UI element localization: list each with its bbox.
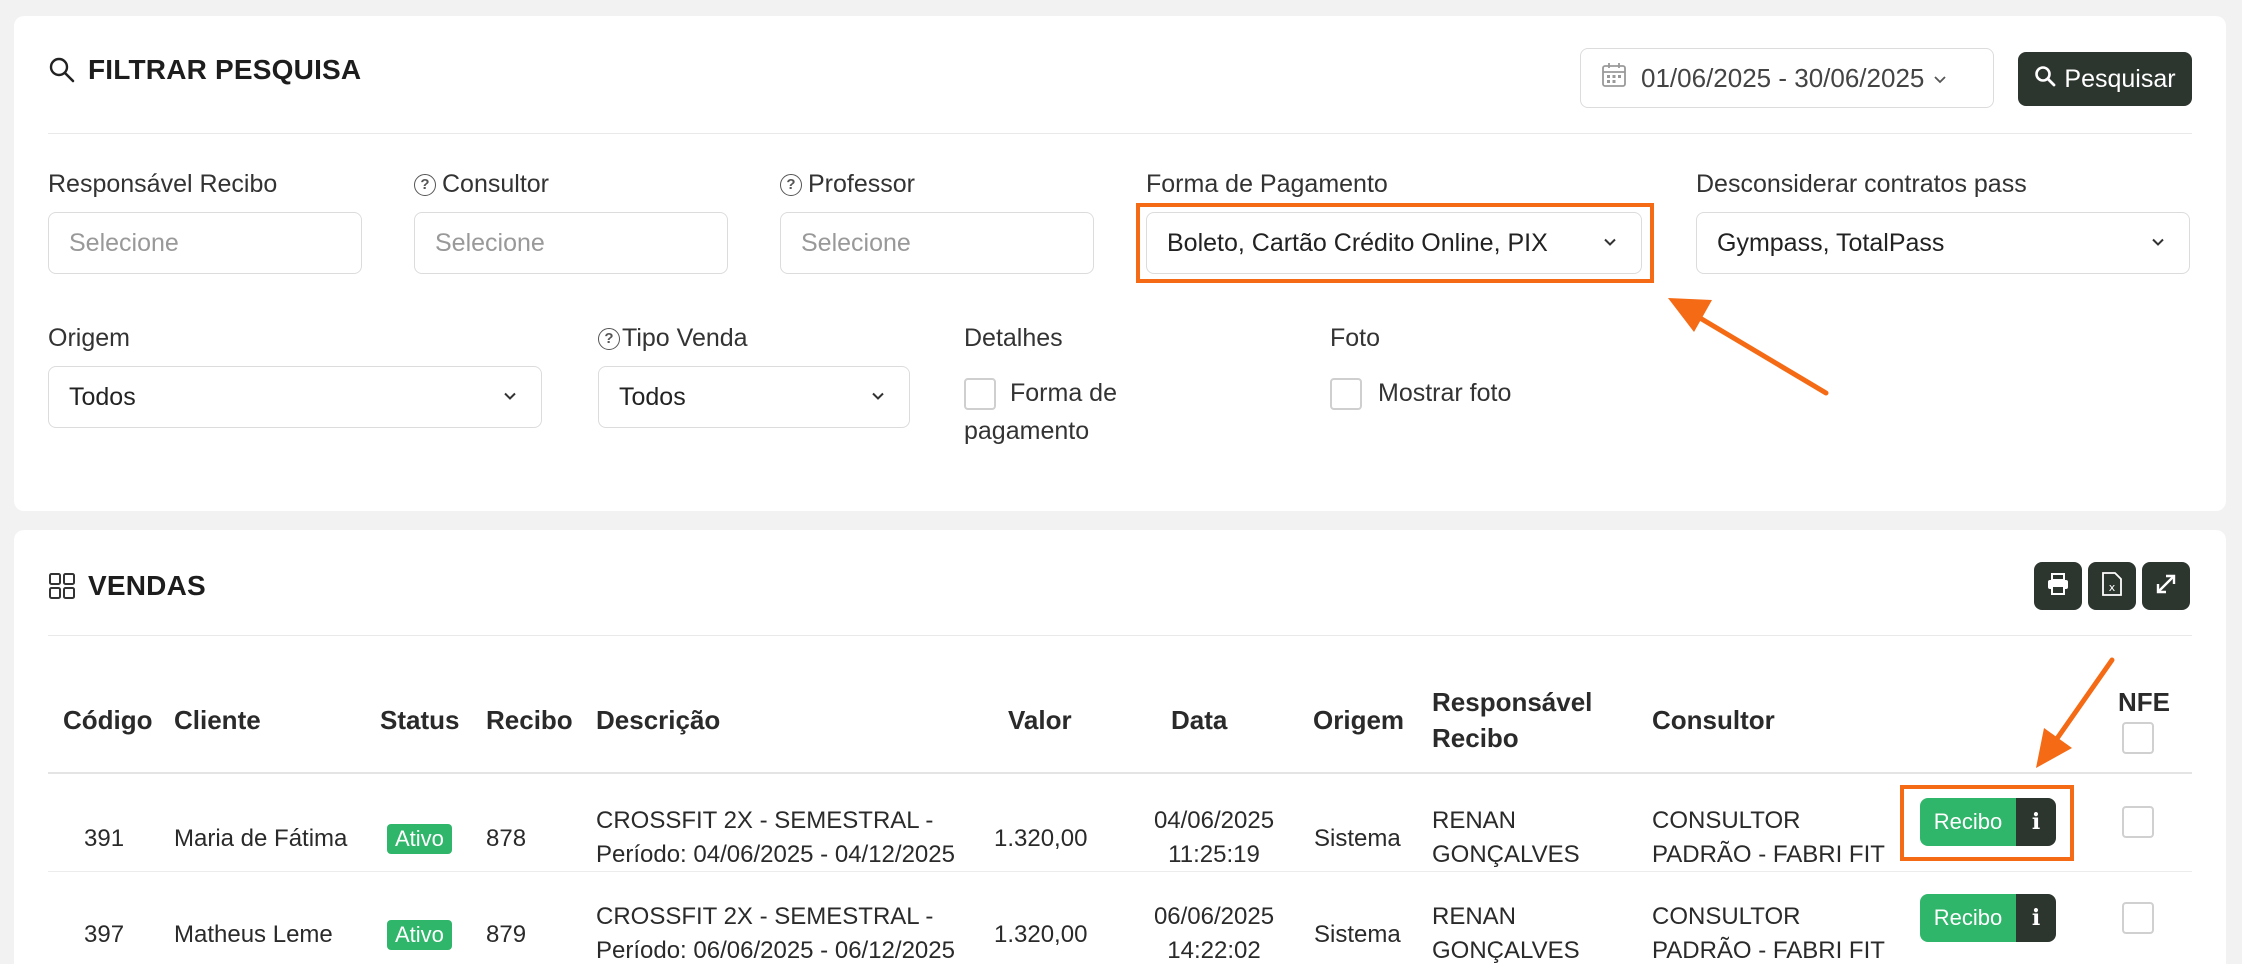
recibo-button-group: Recibo i [1920, 798, 2056, 846]
col-descricao[interactable]: Descrição [596, 702, 720, 738]
foto-label: Foto [1330, 324, 1381, 352]
professor-label: ? Professor [780, 170, 915, 199]
cell-recibo: 879 [486, 921, 527, 948]
responsavel-label: Responsável Recibo [48, 170, 278, 198]
cell-descricao: CROSSFIT 2X - SEMESTRAL - Período: 04/06… [596, 807, 955, 868]
nfe-checkbox[interactable] [2122, 806, 2154, 838]
filter-divider [48, 133, 2192, 134]
search-icon [2034, 65, 2056, 94]
chevron-down-icon [2149, 229, 2167, 258]
cell-recibo: 878 [486, 825, 527, 852]
mostrar-foto-label: Mostrar foto [1378, 379, 1512, 407]
cell-data: 06/06/2025 14:22:02 [1153, 903, 1275, 964]
calendar-icon [1601, 62, 1627, 95]
chevron-down-icon [869, 383, 887, 412]
svg-text:x: x [2109, 581, 2116, 594]
row-divider [48, 871, 2192, 872]
nfe-checkbox[interactable] [2122, 902, 2154, 934]
search-icon [48, 56, 76, 84]
nfe-select-all-checkbox[interactable] [2122, 722, 2154, 754]
col-codigo[interactable]: Código [63, 702, 153, 738]
expand-button[interactable] [2142, 562, 2190, 610]
cell-consultor: CONSULTOR PADRÃO - FABRI FIT [1652, 903, 1885, 964]
cell-cliente[interactable]: Matheus Leme [174, 918, 333, 952]
cell-origem: Sistema [1314, 825, 1401, 852]
col-origem[interactable]: Origem [1313, 702, 1404, 738]
sales-divider [48, 635, 2192, 636]
date-range-value: 01/06/2025 - 30/06/2025 [1641, 62, 1925, 93]
forma-pagamento-check-label: Forma de [1010, 379, 1117, 407]
col-valor[interactable]: Valor [1008, 702, 1072, 738]
search-button[interactable]: Pesquisar [2018, 52, 2192, 106]
chevron-down-icon [1932, 63, 1948, 94]
col-cliente[interactable]: Cliente [174, 702, 261, 738]
origem-label: Origem [48, 324, 130, 352]
col-consultor[interactable]: Consultor [1652, 702, 1775, 738]
col-nfe: NFE [2118, 687, 2170, 717]
col-recibo[interactable]: Recibo [486, 702, 573, 738]
detalhes-label: Detalhes [964, 324, 1063, 352]
cell-origem: Sistema [1314, 921, 1401, 948]
col-data[interactable]: Data [1171, 702, 1227, 738]
filter-title-text: FILTRAR PESQUISA [88, 54, 362, 85]
header-line [48, 772, 2192, 774]
cell-codigo: 391 [84, 825, 125, 852]
forma-pagamento-check-label-line2: pagamento [964, 417, 1090, 445]
cell-descricao: CROSSFIT 2X - SEMESTRAL - Período: 06/06… [596, 903, 955, 964]
forma-pagamento-select[interactable]: Boleto, Cartão Crédito Online, PIX [1146, 212, 1642, 274]
info-icon[interactable]: i [2016, 894, 2056, 942]
cell-cliente[interactable]: Maria de Fátima [174, 822, 347, 856]
desconsiderar-label: Desconsiderar contratos pass [1696, 170, 2027, 198]
cell-valor: 1.320,00 [994, 825, 1088, 852]
help-icon[interactable]: ? [780, 173, 802, 196]
status-badge: Ativo [387, 920, 452, 950]
desconsiderar-select[interactable]: Gympass, TotalPass [1696, 212, 2190, 274]
sales-card: VENDAS x Código Cliente Status Recibo De… [14, 530, 2226, 964]
sales-title: VENDAS [48, 570, 206, 602]
grid-icon [48, 572, 76, 600]
print-button[interactable] [2034, 562, 2082, 610]
filter-title: FILTRAR PESQUISA [48, 54, 361, 86]
tipo-venda-label: ? Tipo Venda [598, 324, 748, 353]
recibo-button[interactable]: Recibo [1920, 798, 2016, 846]
cell-valor: 1.320,00 [994, 921, 1088, 948]
col-responsavel[interactable]: Responsável Recibo [1432, 684, 1592, 756]
responsavel-select[interactable]: Selecione [48, 212, 362, 274]
help-icon[interactable]: ? [414, 173, 436, 196]
cell-responsavel: RENAN GONÇALVES [1432, 903, 1580, 964]
sales-title-text: VENDAS [88, 570, 206, 601]
cell-codigo: 397 [84, 921, 125, 948]
cell-data: 04/06/2025 11:25:19 [1153, 807, 1275, 868]
col-status[interactable]: Status [380, 702, 459, 738]
recibo-button[interactable]: Recibo [1920, 894, 2016, 942]
professor-select[interactable]: Selecione [780, 212, 1094, 274]
search-button-label: Pesquisar [2064, 64, 2176, 93]
excel-icon: x [2101, 571, 2123, 602]
mostrar-foto-checkbox[interactable] [1330, 378, 1362, 410]
help-icon[interactable]: ? [598, 327, 620, 350]
origem-select[interactable]: Todos [48, 366, 542, 428]
expand-icon [2155, 573, 2177, 600]
cell-consultor: CONSULTOR PADRÃO - FABRI FIT [1652, 807, 1885, 868]
consultor-select[interactable]: Selecione [414, 212, 728, 274]
export-excel-button[interactable]: x [2088, 562, 2136, 610]
tipo-venda-select[interactable]: Todos [598, 366, 910, 428]
date-range-picker[interactable]: 01/06/2025 - 30/06/2025 [1580, 48, 1994, 108]
print-icon [2046, 572, 2070, 601]
cell-responsavel: RENAN GONÇALVES [1432, 807, 1580, 868]
status-badge: Ativo [387, 824, 452, 854]
recibo-button-group: Recibo i [1920, 894, 2056, 942]
forma-pagamento-checkbox[interactable] [964, 378, 996, 410]
filter-card: FILTRAR PESQUISA 01/06/2025 - 30/06/2025… [14, 16, 2226, 511]
forma-pagamento-label: Forma de Pagamento [1146, 170, 1388, 198]
info-icon[interactable]: i [2016, 798, 2056, 846]
chevron-down-icon [501, 383, 519, 412]
consultor-label: ? Consultor [414, 170, 549, 199]
chevron-down-icon [1601, 229, 1619, 258]
